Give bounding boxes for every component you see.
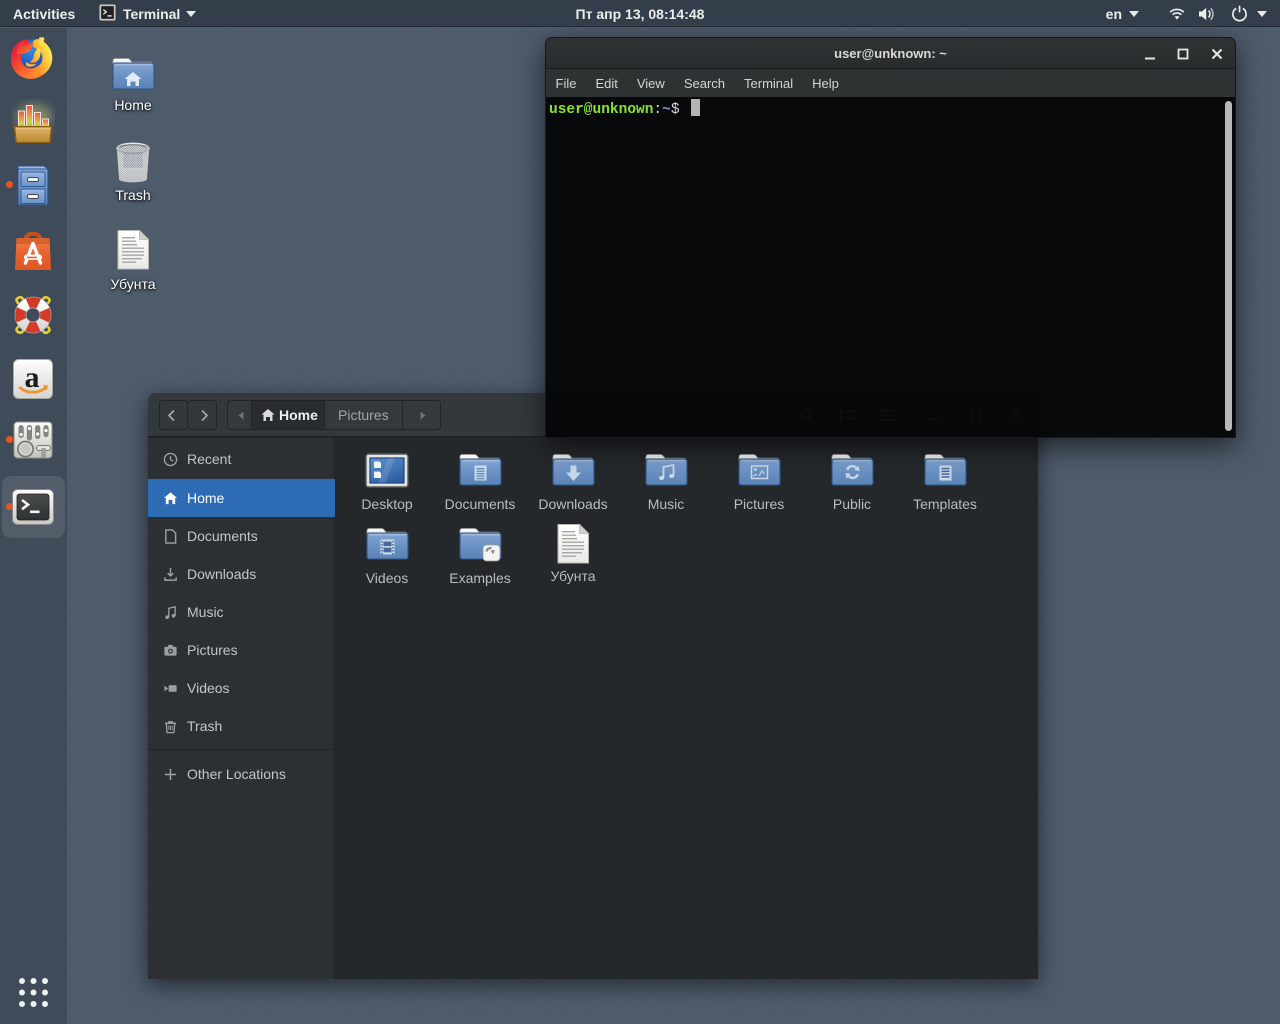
svg-text:a: a xyxy=(25,361,40,394)
